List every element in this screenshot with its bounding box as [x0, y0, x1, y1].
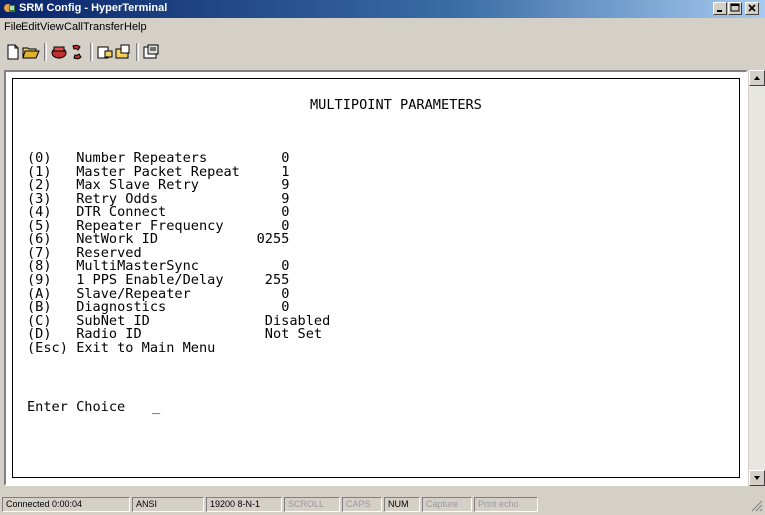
option-label: Exit to Main Menu	[76, 339, 216, 356]
connect-button[interactable]	[50, 43, 68, 61]
status-bar: Connected 0:00:04 ANSI 19200 8-N-1 SCROL…	[0, 495, 765, 515]
menu-edit[interactable]: Edit	[21, 21, 40, 33]
scroll-up-button[interactable]	[749, 70, 765, 86]
menu-file[interactable]: File	[4, 21, 22, 33]
menu-view[interactable]: View	[40, 21, 64, 33]
terminal-heading: MULTIPOINT PARAMETERS	[310, 97, 482, 113]
scroll-down-button[interactable]	[749, 470, 765, 486]
terminal-cursor: _	[152, 399, 161, 415]
toolbar-separator	[90, 43, 93, 61]
toolbar-separator	[136, 43, 139, 61]
menu-bar: File Edit View Call Transfer Help	[0, 18, 765, 37]
arrow-up-icon	[754, 76, 760, 80]
menu-transfer[interactable]: Transfer	[83, 21, 124, 33]
maximize-icon	[730, 3, 740, 12]
maximize-button[interactable]	[728, 2, 742, 15]
status-emulation: ANSI	[132, 497, 204, 512]
menu-help[interactable]: Help	[124, 21, 147, 33]
properties-icon	[143, 44, 159, 59]
open-icon	[22, 47, 40, 59]
new-connection-icon	[7, 44, 19, 60]
title-bar: SRM Config - HyperTerminal	[0, 0, 765, 18]
disconnect-icon	[72, 44, 82, 60]
hyperterminal-icon	[4, 4, 15, 12]
status-caps: CAPS	[342, 497, 382, 512]
send-icon	[97, 46, 113, 59]
status-scroll: SCROLL	[284, 497, 340, 512]
window-title: SRM Config - HyperTerminal	[19, 2, 168, 14]
close-icon	[748, 4, 756, 12]
vertical-scrollbar[interactable]	[749, 70, 765, 486]
close-button[interactable]	[745, 2, 759, 15]
resize-grip-icon[interactable]	[750, 499, 763, 512]
status-connected: Connected 0:00:04	[2, 497, 130, 512]
toolbar	[0, 40, 765, 64]
option-value: Not Set	[264, 326, 323, 343]
receive-icon	[115, 44, 130, 59]
new-connection-button[interactable]	[4, 43, 22, 61]
disconnect-button[interactable]	[68, 43, 86, 61]
properties-button[interactable]	[142, 43, 160, 61]
terminal-screen[interactable]: MULTIPOINT PARAMETERS (0) Number Repeater…	[12, 78, 740, 478]
arrow-down-icon	[754, 476, 760, 480]
toolbar-separator	[44, 43, 47, 61]
status-print-echo: Print echo	[474, 497, 538, 512]
minimize-icon	[717, 10, 722, 12]
status-settings: 19200 8-N-1	[206, 497, 282, 512]
open-button[interactable]	[22, 43, 40, 61]
connect-icon	[51, 46, 67, 59]
status-num: NUM	[384, 497, 420, 512]
option-key: (Esc)	[27, 339, 68, 356]
menu-call[interactable]: Call	[64, 21, 83, 33]
minimize-button[interactable]	[713, 2, 727, 15]
send-button[interactable]	[96, 43, 114, 61]
receive-button[interactable]	[114, 43, 132, 61]
terminal-frame: MULTIPOINT PARAMETERS (0) Number Repeater…	[4, 70, 748, 486]
status-capture: Capture	[422, 497, 472, 512]
enter-choice-prompt: Enter Choice	[27, 399, 126, 415]
option-value: 0255	[256, 231, 290, 248]
